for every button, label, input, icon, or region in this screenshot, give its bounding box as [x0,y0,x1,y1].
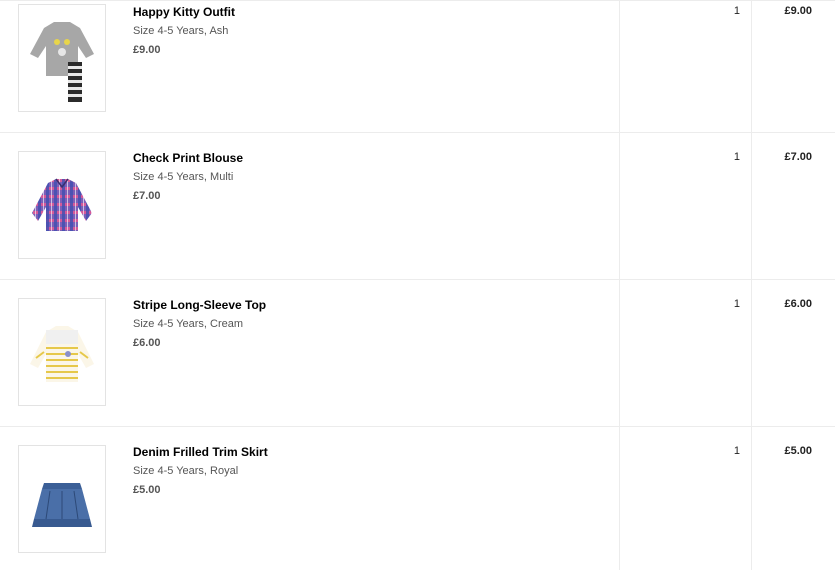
order-items-table: Happy Kitty Outfit Size 4-5 Years, Ash £… [0,0,835,570]
table-row: Stripe Long-Sleeve Top Size 4-5 Years, C… [0,280,835,427]
item-quantity: 1 [733,298,740,310]
item-details: Stripe Long-Sleeve Top Size 4-5 Years, C… [133,298,266,350]
product-image[interactable] [18,151,106,259]
item-line-total: £6.00 [784,298,812,310]
kitty-outfit-icon [30,22,94,102]
item-name-link[interactable]: Happy Kitty Outfit [133,5,235,19]
item-name-link[interactable]: Check Print Blouse [133,151,243,165]
item-quantity: 1 [733,5,740,17]
item-quantity: 1 [733,445,740,457]
table-row: Happy Kitty Outfit Size 4-5 Years, Ash £… [0,0,835,133]
item-name-link[interactable]: Denim Frilled Trim Skirt [133,445,268,459]
item-line-total: £7.00 [784,151,812,163]
check-blouse-icon [32,178,92,231]
table-row: Check Print Blouse Size 4-5 Years, Multi… [0,133,835,280]
denim-skirt-icon [32,483,92,527]
product-image[interactable] [18,4,106,112]
item-unit-price: £5.00 [133,484,161,496]
table-row: Denim Frilled Trim Skirt Size 4-5 Years,… [0,427,835,587]
product-image[interactable] [18,298,106,406]
item-name-link[interactable]: Stripe Long-Sleeve Top [133,298,266,312]
item-details: Happy Kitty Outfit Size 4-5 Years, Ash £… [133,5,235,57]
item-unit-price: £7.00 [133,190,161,202]
item-variant: Size 4-5 Years, Multi [133,171,234,183]
item-line-total: £9.00 [784,5,812,17]
item-variant: Size 4-5 Years, Royal [133,465,239,477]
item-quantity: 1 [733,151,740,163]
item-variant: Size 4-5 Years, Cream [133,318,244,330]
item-unit-price: £6.00 [133,337,161,349]
product-image[interactable] [18,445,106,553]
item-details: Denim Frilled Trim Skirt Size 4-5 Years,… [133,445,268,497]
stripe-top-icon [30,326,94,382]
item-variant: Size 4-5 Years, Ash [133,25,229,37]
item-details: Check Print Blouse Size 4-5 Years, Multi… [133,151,243,203]
item-unit-price: £9.00 [133,44,161,56]
item-line-total: £5.00 [784,445,812,457]
